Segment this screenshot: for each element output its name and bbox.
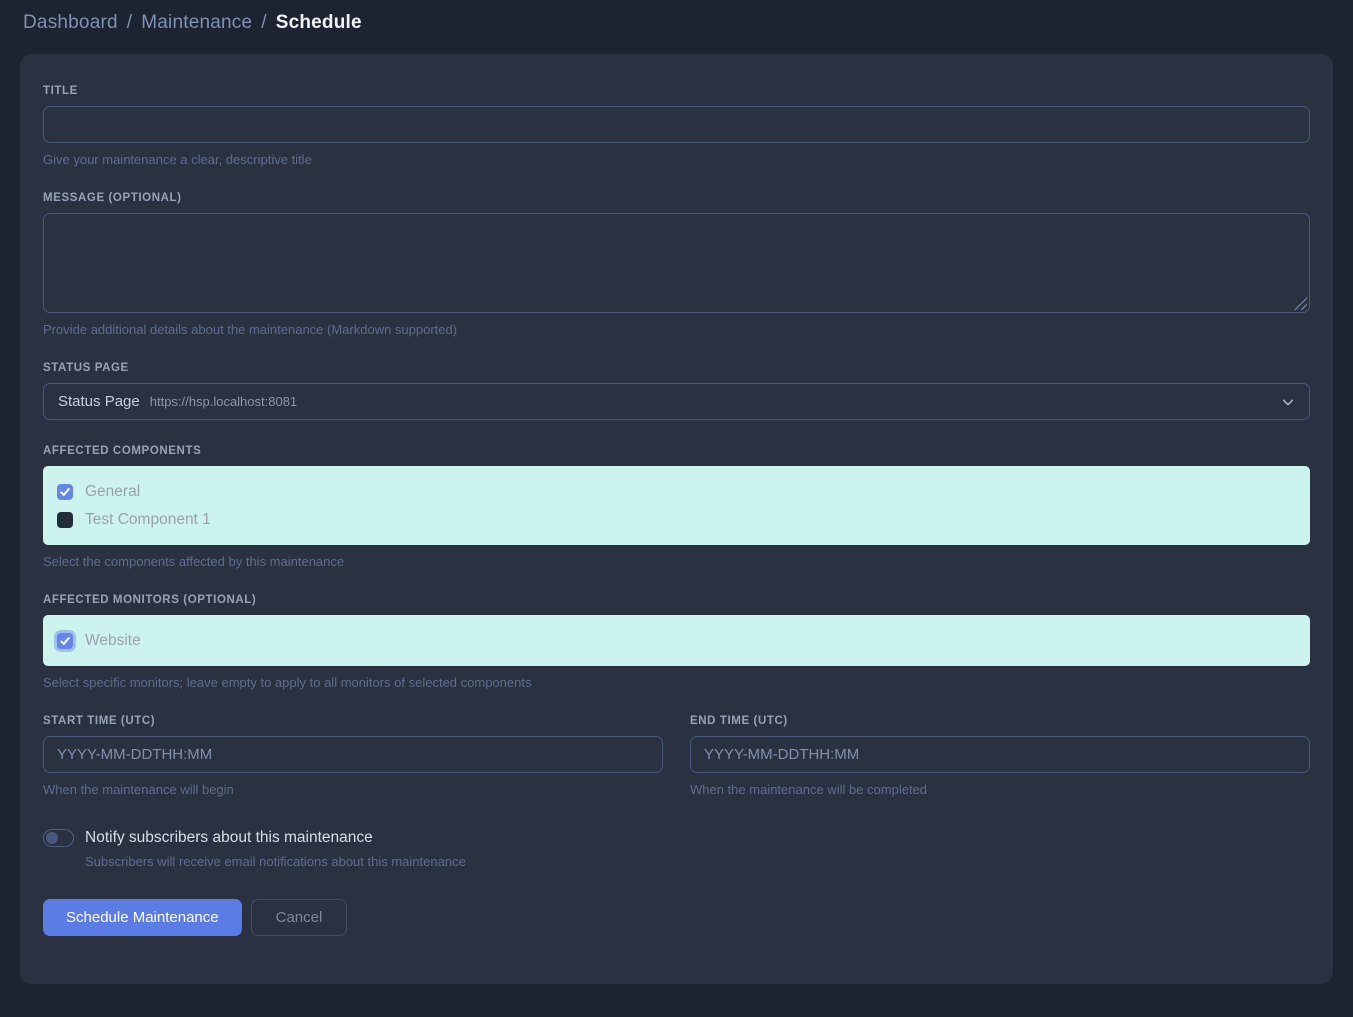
component-option-label: General [85,483,140,501]
message-field-group: MESSAGE (OPTIONAL) Provide additional de… [43,192,1310,337]
toggle-knob [46,832,58,844]
checkbox-test-component-1[interactable] [57,512,73,528]
message-label: MESSAGE (OPTIONAL) [43,192,1310,204]
breadcrumb-current-schedule: Schedule [276,12,362,34]
notify-subscribers-label[interactable]: Notify subscribers about this maintenanc… [85,829,373,847]
component-option-label: Test Component 1 [85,511,211,529]
affected-monitors-label: AFFECTED MONITORS (OPTIONAL) [43,594,1310,606]
notify-subscribers-toggle[interactable] [43,829,74,847]
status-page-select[interactable]: Status Page https://hsp.localhost:8081 [43,383,1310,420]
check-icon [60,487,70,497]
status-page-selected-name: Status Page [58,393,140,410]
monitor-option-label: Website [85,632,141,650]
message-helper-text: Provide additional details about the mai… [43,322,1310,337]
notify-subscribers-helper-text: Subscribers will receive email notificat… [85,854,1310,869]
end-time-helper-text: When the maintenance will be completed [690,782,1310,797]
start-time-label: START TIME (UTC) [43,715,663,727]
checkbox-website[interactable] [57,633,73,649]
form-actions: Schedule Maintenance Cancel [43,899,1310,936]
status-page-label: STATUS PAGE [43,362,1310,374]
status-page-selected-url: https://hsp.localhost:8081 [150,394,297,409]
schedule-maintenance-button[interactable]: Schedule Maintenance [43,899,242,936]
status-page-field-group: STATUS PAGE Status Page https://hsp.loca… [43,362,1310,420]
title-label: TITLE [43,85,1310,97]
affected-components-panel: General Test Component 1 [43,466,1310,545]
check-icon [60,636,70,646]
affected-components-helper-text: Select the components affected by this m… [43,554,1310,569]
breadcrumb-dashboard[interactable]: Dashboard [23,12,118,34]
message-textarea[interactable] [43,213,1310,313]
affected-components-label: AFFECTED COMPONENTS [43,445,1310,457]
schedule-maintenance-form-card: TITLE Give your maintenance a clear, des… [20,54,1333,984]
end-time-input[interactable] [690,736,1310,773]
top-bar: Dashboard / Maintenance / Schedule [0,0,1353,44]
start-time-field-group: START TIME (UTC) When the maintenance wi… [43,715,663,797]
end-time-field-group: END TIME (UTC) When the maintenance will… [690,715,1310,797]
breadcrumb: Dashboard / Maintenance / Schedule [23,12,1330,34]
breadcrumb-separator: / [127,12,132,34]
start-time-input[interactable] [43,736,663,773]
affected-monitors-field-group: AFFECTED MONITORS (OPTIONAL) Website Sel… [43,594,1310,690]
cancel-button[interactable]: Cancel [251,899,348,936]
affected-monitors-panel: Website [43,615,1310,666]
title-field-group: TITLE Give your maintenance a clear, des… [43,85,1310,167]
checkbox-general[interactable] [57,484,73,500]
time-fields-row: START TIME (UTC) When the maintenance wi… [43,715,1310,797]
title-helper-text: Give your maintenance a clear, descripti… [43,152,1310,167]
breadcrumb-separator: / [261,12,266,34]
monitor-option-website[interactable]: Website [57,628,1296,653]
breadcrumb-maintenance[interactable]: Maintenance [141,12,252,34]
component-option-general[interactable]: General [57,479,1296,504]
notify-subscribers-section: Notify subscribers about this maintenanc… [43,829,1310,869]
affected-monitors-helper-text: Select specific monitors; leave empty to… [43,675,1310,690]
start-time-helper-text: When the maintenance will begin [43,782,663,797]
component-option-test-component-1[interactable]: Test Component 1 [57,507,1296,532]
affected-components-field-group: AFFECTED COMPONENTS General Test Compone… [43,445,1310,569]
chevron-down-icon [1281,395,1295,409]
title-input[interactable] [43,106,1310,143]
end-time-label: END TIME (UTC) [690,715,1310,727]
